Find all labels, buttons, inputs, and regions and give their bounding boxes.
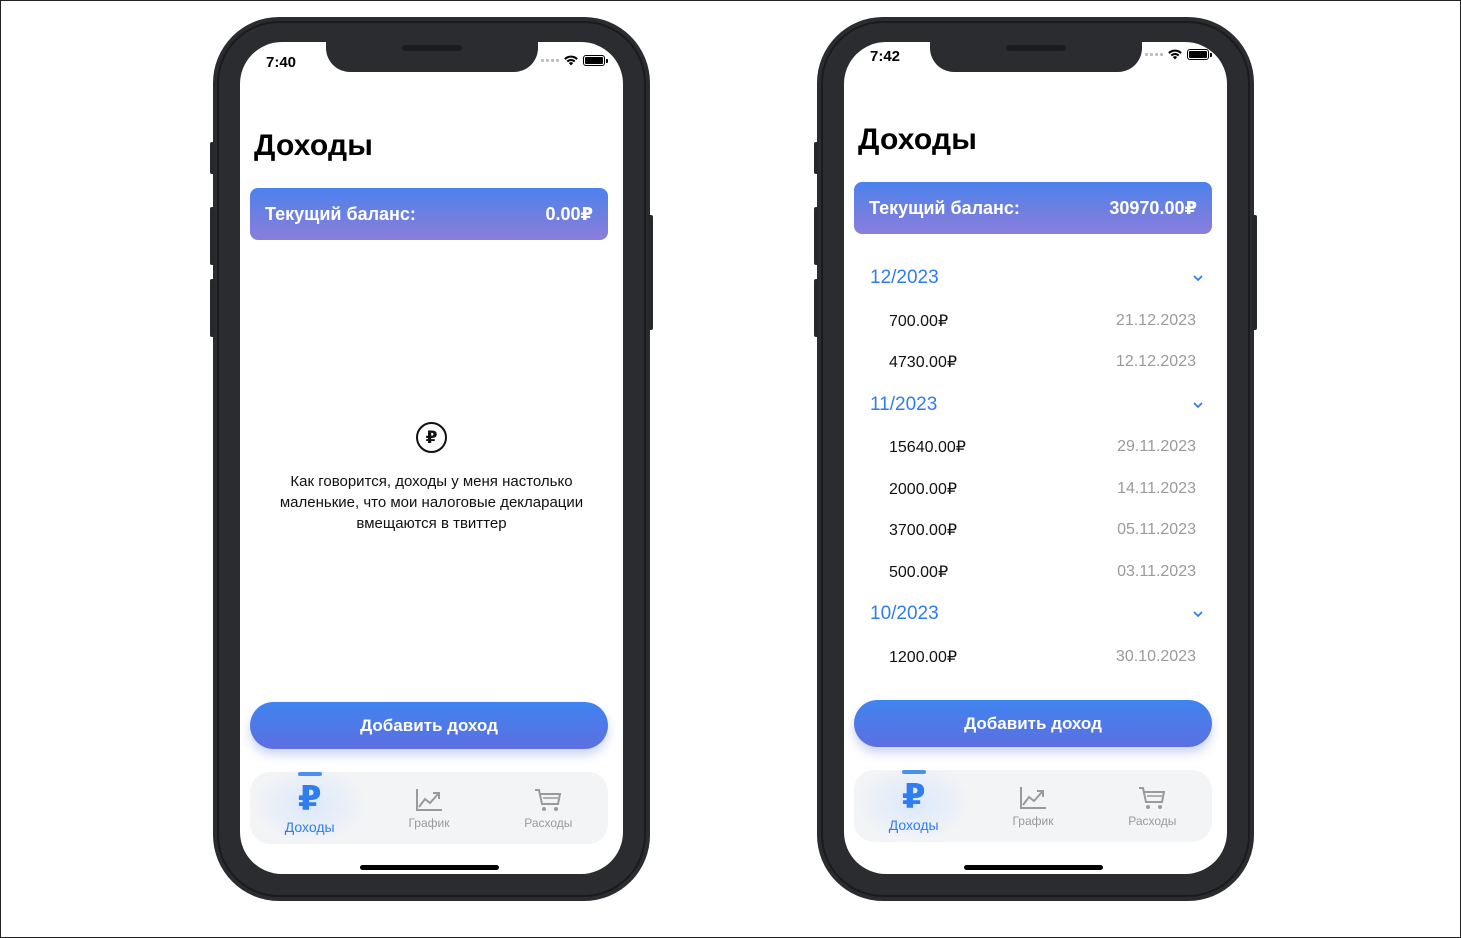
volume-down-button [814,279,819,337]
tab-expenses[interactable]: Расходы [489,772,608,844]
income-amount: 3700.00₽ [889,522,958,540]
phone-right: 7:42 Доходы Текущий баланс: 30970.00₽ 12… [814,17,1257,901]
income-row[interactable]: 1200.00₽ 30.10.2023 [844,636,1227,677]
tab-label: График [408,815,450,830]
chart-icon [415,788,442,811]
ruble-icon: ₽ [901,777,926,816]
income-amount: 2000.00₽ [889,480,958,498]
tab-bar: ₽ Доходы График Расходы [854,770,1212,842]
volume-down-button [210,279,215,337]
phone-left: 7:40 Доходы Текущий баланс: 0.00₽ ₽ Как … [210,17,653,901]
income-row[interactable]: 700.00₽ 21.12.2023 [844,300,1227,341]
month-group: 11/2023 15640.00₽ 29.11.2023 2000.00₽ 14… [844,383,1227,593]
tab-expenses[interactable]: Расходы [1093,770,1212,842]
tab-label: График [1012,813,1054,828]
battery-icon [1187,48,1212,60]
ruble-circle-icon: ₽ [416,422,447,453]
income-date: 03.11.2023 [1117,562,1196,580]
month-header[interactable]: 10/2023 [844,592,1227,636]
cart-icon [1139,786,1166,809]
month-header[interactable]: 12/2023 [844,256,1227,300]
tab-income[interactable]: ₽ Доходы [250,772,370,844]
income-amount: 15640.00₽ [889,439,966,457]
tab-label: Доходы [284,818,335,835]
power-button [1252,215,1257,330]
cellular-signal-icon [541,58,559,62]
month-label: 12/2023 [870,267,939,288]
tab-label: Расходы [1128,813,1177,828]
status-time: 7:40 [266,54,297,71]
month-group: 12/2023 700.00₽ 21.12.2023 4730.00₽ 12.1… [844,256,1227,383]
balance-label: Текущий баланс: [869,197,1020,218]
income-amount: 500.00₽ [889,563,949,581]
month-label: 11/2023 [870,393,938,415]
tab-income[interactable]: ₽ Доходы [854,770,974,842]
tab-label: Расходы [524,815,573,830]
notch [930,42,1142,72]
wifi-icon [564,55,578,66]
income-date: 21.12.2023 [1115,311,1196,329]
income-row[interactable]: 15640.00₽ 29.11.2023 [844,427,1227,468]
income-date: 05.11.2023 [1117,521,1196,539]
cart-icon [535,788,562,811]
wifi-icon [1168,49,1182,60]
cellular-signal-icon [1145,52,1163,56]
income-date: 29.11.2023 [1117,438,1196,456]
add-income-button[interactable]: Добавить доход [250,702,608,749]
income-date: 12.12.2023 [1115,353,1196,371]
month-header[interactable]: 11/2023 [844,383,1227,427]
mute-switch [814,142,819,174]
ruble-icon: ₽ [297,779,322,818]
balance-label: Текущий баланс: [265,203,416,224]
chevron-down-icon [1193,611,1203,618]
balance-value: 0.00₽ [545,203,593,224]
status-time: 7:42 [870,48,901,65]
chevron-down-icon [1193,275,1203,282]
income-amount: 4730.00₽ [889,354,958,372]
volume-up-button [814,207,819,265]
screen-income-list: 7:42 Доходы Текущий баланс: 30970.00₽ 12… [844,42,1227,874]
status-icons [1145,48,1212,60]
empty-state: ₽ Как говорится, доходы у меня настолько… [240,422,623,534]
battery-icon [583,54,608,66]
tab-bar: ₽ Доходы График Расходы [250,772,608,844]
balance-card: Текущий баланс: 30970.00₽ [854,182,1212,234]
page-title: Доходы [858,123,978,156]
income-row[interactable]: 2000.00₽ 14.11.2023 [844,468,1227,509]
screen-empty-state: 7:40 Доходы Текущий баланс: 0.00₽ ₽ Как … [240,42,623,874]
power-button [648,215,653,330]
income-row[interactable]: 500.00₽ 03.11.2023 [844,551,1227,592]
income-row[interactable]: 4730.00₽ 12.12.2023 [844,341,1227,382]
chevron-down-icon [1193,402,1203,409]
month-group: 10/2023 1200.00₽ 30.10.2023 [844,592,1227,677]
balance-value: 30970.00₽ [1109,197,1197,218]
tab-chart[interactable]: График [973,770,1092,842]
chart-icon [1019,786,1046,809]
tab-label: Доходы [888,816,939,833]
income-groups: 12/2023 700.00₽ 21.12.2023 4730.00₽ 12.1… [844,256,1227,678]
notch [326,42,538,72]
month-label: 10/2023 [870,603,939,625]
status-icons [541,54,608,66]
empty-state-text: Как говорится, доходы у меня настолько м… [279,473,584,532]
home-indicator[interactable] [360,865,499,870]
income-date: 14.11.2023 [1117,479,1196,497]
mute-switch [210,142,215,174]
income-amount: 1200.00₽ [889,649,958,667]
page-title: Доходы [254,129,374,162]
tab-chart[interactable]: График [369,772,488,844]
volume-up-button [210,207,215,265]
income-date: 30.10.2023 [1115,648,1196,666]
add-income-button[interactable]: Добавить доход [854,700,1212,747]
income-row[interactable]: 3700.00₽ 05.11.2023 [844,510,1227,551]
balance-card: Текущий баланс: 0.00₽ [250,188,608,240]
income-amount: 700.00₽ [889,312,949,330]
home-indicator[interactable] [964,865,1103,870]
